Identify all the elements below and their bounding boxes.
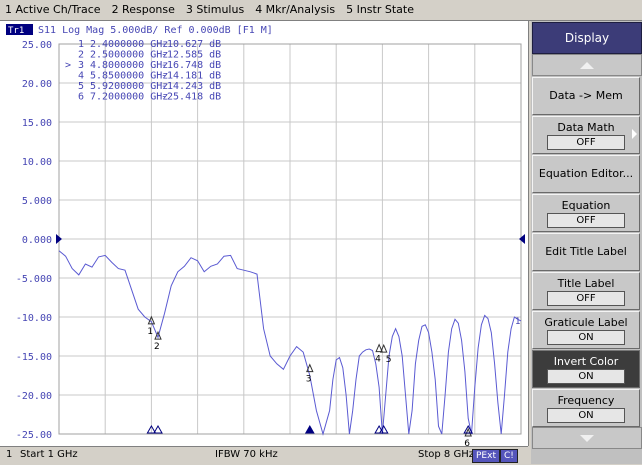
softkey-label: Invert Color bbox=[553, 355, 619, 368]
marker-table-id: 1 bbox=[78, 39, 84, 50]
y-tick-label: -10.00 bbox=[16, 313, 52, 324]
softkey-label: Equation bbox=[561, 199, 611, 212]
softkey-label: Title Label bbox=[557, 277, 615, 290]
marker-table-id: 4 bbox=[78, 71, 84, 82]
reference-level-arrow-right bbox=[519, 234, 525, 244]
y-tick-label: 5.000 bbox=[22, 196, 52, 207]
marker-label: 3 bbox=[306, 375, 312, 385]
marker-table-frequency: 5.8500000 GHz bbox=[90, 71, 168, 82]
softkey-value: OFF bbox=[547, 135, 625, 150]
softkey-equation-editor[interactable]: Equation Editor... bbox=[532, 155, 640, 193]
marker-table-value: -10.627 dB bbox=[161, 39, 221, 50]
y-tick-label: 0.000 bbox=[22, 235, 52, 246]
trace-end-label: 1 bbox=[515, 317, 520, 327]
marker-table-frequency: 2.4000000 GHz bbox=[90, 39, 168, 50]
y-tick-label: -25.00 bbox=[16, 430, 52, 441]
softkey-title-label[interactable]: Title Label OFF bbox=[532, 272, 640, 310]
marker-table-value: -14.181 dB bbox=[161, 71, 221, 82]
trace-header-text: S11 Log Mag 5.000dB/ Ref 0.000dB [F1 M] bbox=[38, 25, 273, 36]
softkey-data-math[interactable]: Data Math OFF bbox=[532, 116, 640, 154]
menu-item-2[interactable]: 2 Response bbox=[107, 0, 181, 20]
menu-item-1[interactable]: 1 Active Ch/Trace bbox=[0, 0, 107, 20]
softkey-label: Graticule Label bbox=[544, 316, 628, 329]
softkey-edit-title-label[interactable]: Edit Title Label bbox=[532, 233, 640, 271]
marker-label: 4 bbox=[375, 355, 381, 365]
menu-item-3[interactable]: 3 Stimulus bbox=[181, 0, 250, 20]
softkey-panel: Display Data -> Mem Data Math OFF Equation … bbox=[531, 21, 642, 464]
marker-table-frequency: 4.8000000 GHz bbox=[90, 60, 168, 71]
softkey-label: Data Math bbox=[557, 121, 615, 134]
menu-bar: 1 Active Ch/Trace 2 Response 3 Stimulus 4 M… bbox=[0, 0, 642, 21]
marker-table-id: 5 bbox=[78, 81, 84, 92]
s11-chart: 25.00 20.00 15.00 10.00 5.000 0.000 -5.000 -10.… bbox=[6, 24, 525, 446]
y-tick-label: 20.00 bbox=[22, 79, 52, 90]
marker-table-value: -16.748 dB bbox=[161, 60, 221, 71]
y-tick-label: 15.00 bbox=[22, 118, 52, 129]
trace-tag: Tr1 bbox=[8, 26, 24, 36]
marker-table-frequency: 7.2000000 GHz bbox=[90, 92, 168, 103]
channel-number: 1 bbox=[6, 449, 13, 460]
stimulus-marker bbox=[304, 424, 315, 434]
submenu-arrow-icon bbox=[632, 129, 637, 139]
trace-display[interactable]: 25.00 20.00 15.00 10.00 5.000 0.000 -5.000 -10.… bbox=[0, 21, 529, 446]
marker-label: 5 bbox=[386, 355, 392, 365]
marker-table-id: 6 bbox=[78, 92, 84, 103]
marker-label: 1 bbox=[147, 327, 153, 337]
softkey-data-mem[interactable]: Data -> Mem bbox=[532, 77, 640, 115]
softkey-frequency[interactable]: Frequency ON bbox=[532, 389, 640, 427]
marker-label: 2 bbox=[154, 342, 160, 352]
softkey-menu-title: Display bbox=[532, 22, 642, 54]
softkey-value: OFF bbox=[547, 213, 625, 228]
marker-label: 6 bbox=[464, 439, 470, 446]
port-extension-badge: PExt bbox=[472, 449, 500, 463]
softkey-value: ON bbox=[547, 408, 625, 423]
marker-triangle bbox=[379, 343, 388, 353]
softkey-label: Data -> Mem bbox=[549, 89, 623, 102]
marker-table-value: -12.585 dB bbox=[161, 50, 221, 61]
softkey-equation[interactable]: Equation OFF bbox=[532, 194, 640, 232]
scroll-down-button[interactable] bbox=[532, 427, 642, 449]
arrow-up-icon bbox=[580, 61, 594, 69]
scroll-up-button[interactable] bbox=[532, 54, 642, 76]
softkey-label: Equation Editor... bbox=[538, 167, 634, 180]
y-tick-label: 10.00 bbox=[22, 157, 52, 168]
calibration-badge: C! bbox=[500, 449, 518, 463]
marker-table-value: -25.418 dB bbox=[161, 92, 221, 103]
arrow-down-icon bbox=[580, 434, 594, 442]
softkey-value: ON bbox=[547, 330, 625, 345]
softkey-label: Frequency bbox=[557, 394, 615, 407]
marker-table-value: -14.243 dB bbox=[161, 81, 221, 92]
y-tick-label: -5.000 bbox=[16, 274, 52, 285]
stop-frequency[interactable]: Stop 8 GHz bbox=[418, 449, 474, 460]
y-tick-label: 25.00 bbox=[22, 40, 52, 51]
softkey-invert-color[interactable]: Invert Color ON bbox=[532, 350, 640, 388]
softkey-value: ON bbox=[547, 369, 625, 384]
ifbw-value[interactable]: IFBW 70 kHz bbox=[215, 449, 278, 460]
start-frequency[interactable]: Start 1 GHz bbox=[20, 449, 78, 460]
menu-item-4[interactable]: 4 Mkr/Analysis bbox=[250, 0, 341, 20]
status-bar: 1 Start 1 GHz IFBW 70 kHz Stop 8 GHz PEx… bbox=[0, 446, 528, 465]
active-marker-indicator: > bbox=[65, 60, 71, 71]
y-tick-label: -15.00 bbox=[16, 352, 52, 363]
softkey-value: OFF bbox=[547, 291, 625, 306]
marker-table-id: 3 bbox=[78, 60, 84, 71]
softkey-graticule-label[interactable]: Graticule Label ON bbox=[532, 311, 640, 349]
menu-item-5[interactable]: 5 Instr State bbox=[341, 0, 420, 20]
marker-table-frequency: 2.5000000 GHz bbox=[90, 50, 168, 61]
y-tick-label: -20.00 bbox=[16, 391, 52, 402]
marker-table-frequency: 5.9200000 GHz bbox=[90, 81, 168, 92]
marker-table-id: 2 bbox=[78, 50, 84, 61]
softkey-label: Edit Title Label bbox=[545, 245, 627, 258]
